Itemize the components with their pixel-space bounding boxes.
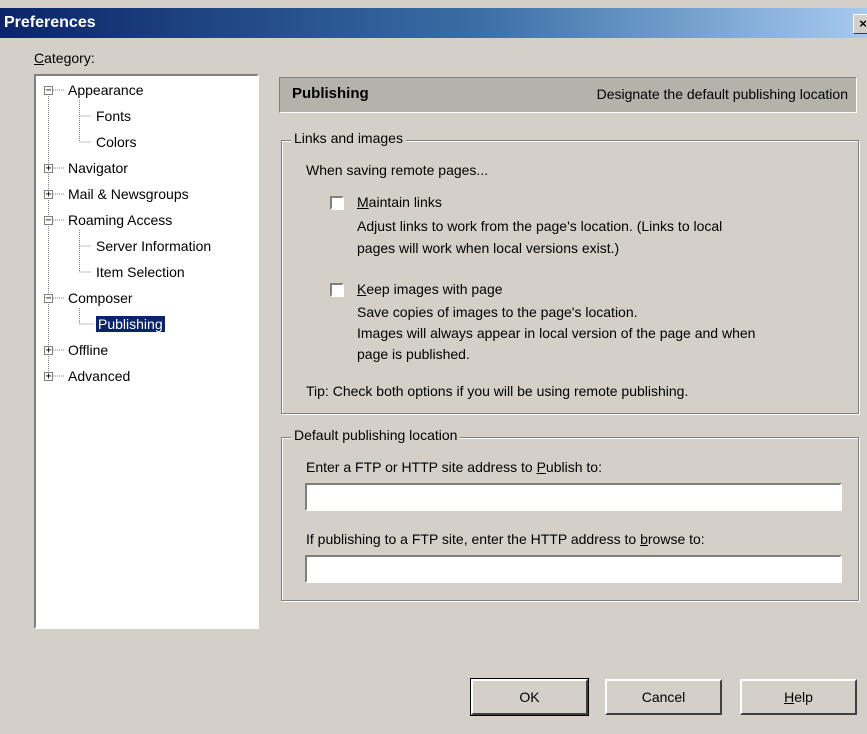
links-images-group [281, 140, 859, 414]
maintain-links-checkbox[interactable] [330, 196, 344, 210]
category-tree[interactable]: − Appearance Fonts Colors + Navigator + … [34, 74, 259, 629]
maintain-links-desc-2: pages will work when local versions exis… [357, 240, 620, 256]
expander-advanced-icon[interactable]: + [44, 372, 53, 382]
browse-address-input[interactable] [305, 555, 842, 583]
maintain-links-label[interactable]: Maintain links [357, 192, 442, 212]
keep-images-desc-3: page is published. [357, 346, 470, 362]
tree-item-roaming-access[interactable]: Roaming Access [68, 209, 172, 231]
expander-offline-icon[interactable]: + [44, 346, 53, 356]
title-bar[interactable]: Preferences × [0, 8, 867, 38]
tree-item-publishing[interactable]: Publishing [95, 313, 166, 335]
tree-item-offline[interactable]: Offline [68, 339, 108, 361]
tree-item-appearance[interactable]: Appearance [68, 79, 144, 101]
tip-text: Tip: Check both options if you will be u… [306, 383, 689, 399]
help-button[interactable]: Help [740, 679, 857, 715]
keep-images-checkbox[interactable] [330, 283, 344, 297]
publish-address-label: Enter a FTP or HTTP site address to Publ… [306, 459, 602, 475]
tree-item-colors[interactable]: Colors [96, 131, 136, 153]
cancel-button[interactable]: Cancel [605, 679, 722, 715]
tree-item-server-information[interactable]: Server Information [96, 235, 211, 257]
panel-header: Publishing Designate the default publish… [279, 77, 857, 113]
window-title: Preferences [4, 14, 96, 31]
browse-address-label: If publishing to a FTP site, enter the H… [306, 531, 705, 547]
expander-roaming-icon[interactable]: − [44, 216, 53, 226]
maintain-links-desc-1: Adjust links to work from the page's loc… [357, 218, 723, 234]
keep-images-desc-2: Images will always appear in local versi… [357, 325, 756, 341]
close-button[interactable]: × [853, 14, 867, 34]
publishing-location-legend: Default publishing location [291, 427, 461, 443]
panel-title: Publishing [292, 85, 369, 102]
keep-images-label[interactable]: Keep images with page [357, 279, 503, 299]
links-images-legend: Links and images [291, 130, 406, 146]
category-label: Category: [34, 50, 95, 66]
preferences-dialog: Preferences × Category: − Appearance Fon… [0, 0, 867, 734]
expander-navigator-icon[interactable]: + [44, 164, 53, 174]
tree-item-navigator[interactable]: Navigator [68, 157, 128, 179]
publish-address-input[interactable] [305, 483, 842, 511]
panel-description: Designate the default publishing locatio… [596, 86, 848, 102]
tree-item-mail-newsgroups[interactable]: Mail & Newsgroups [68, 183, 189, 205]
tree-item-advanced[interactable]: Advanced [68, 365, 130, 387]
ok-button[interactable]: OK [470, 678, 589, 716]
tree-item-item-selection[interactable]: Item Selection [96, 261, 185, 283]
expander-appearance-icon[interactable]: − [44, 86, 53, 96]
close-icon: × [859, 16, 867, 31]
tree-item-composer[interactable]: Composer [68, 287, 133, 309]
tree-item-fonts[interactable]: Fonts [96, 105, 131, 127]
expander-mail-icon[interactable]: + [44, 190, 53, 200]
keep-images-desc-1: Save copies of images to the page's loca… [357, 304, 638, 320]
expander-composer-icon[interactable]: − [44, 294, 53, 304]
saving-intro-text: When saving remote pages... [306, 162, 489, 178]
